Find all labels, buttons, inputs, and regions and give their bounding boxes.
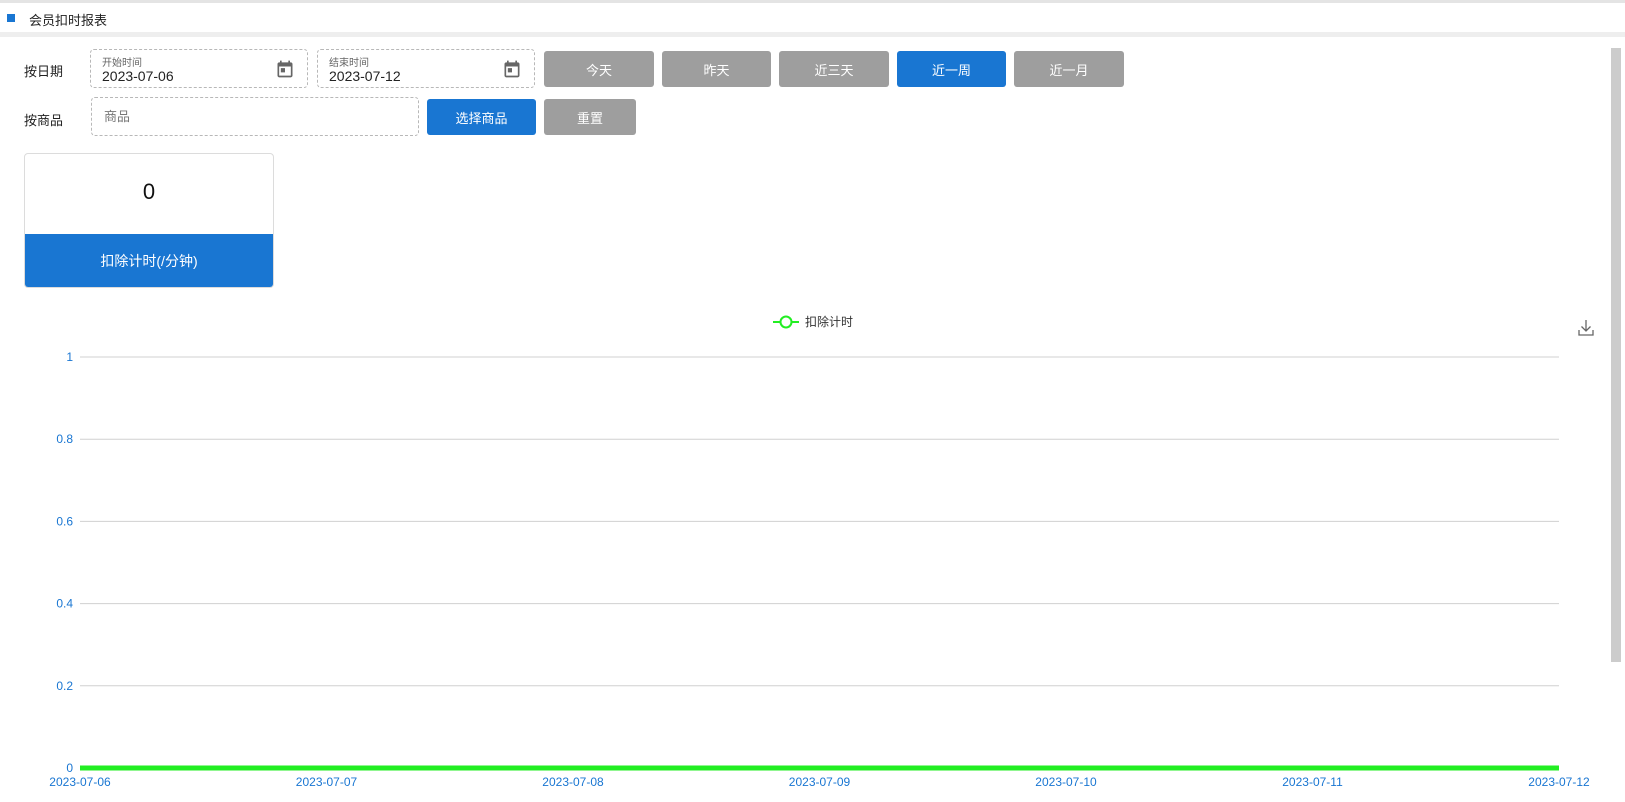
x-axis: 2023-07-06 2023-07-07 2023-07-08 2023-07-09… <box>49 775 1590 789</box>
scrollbar[interactable] <box>1611 48 1621 662</box>
end-date-field[interactable]: 结束时间 2023-07-12 <box>317 49 535 88</box>
end-date-label: 结束时间 <box>329 58 369 69</box>
title-marker <box>7 14 15 22</box>
start-date-field[interactable]: 开始时间 2023-07-06 <box>90 49 308 88</box>
goods-input[interactable] <box>91 97 419 136</box>
x-tick-label: 2023-07-09 <box>789 775 851 789</box>
end-date-value: 2023-07-12 <box>329 68 401 84</box>
goods-filter-label: 按商品 <box>24 113 64 128</box>
legend-marker <box>779 315 793 329</box>
y-tick-label: 0.6 <box>56 514 73 528</box>
y-tick-label: 0.2 <box>56 679 73 693</box>
page-header: 会员扣时报表 <box>0 0 1625 37</box>
range-month-button[interactable]: 近一月 <box>1014 51 1124 87</box>
y-tick-label: 0.4 <box>56 597 73 611</box>
x-tick-label: 2023-07-10 <box>1035 775 1097 789</box>
x-tick-label: 2023-07-07 <box>296 775 358 789</box>
date-filter-label: 按日期 <box>24 64 64 79</box>
x-tick-label: 2023-07-06 <box>49 775 111 789</box>
stat-card: 0 扣除计时(/分钟) <box>24 153 274 288</box>
chart-grid <box>80 356 1559 769</box>
range-week-button[interactable]: 近一周 <box>897 51 1006 87</box>
select-goods-button[interactable]: 选择商品 <box>427 99 536 135</box>
range-yesterday-button[interactable]: 昨天 <box>662 51 771 87</box>
start-date-value: 2023-07-06 <box>102 68 174 84</box>
y-tick-label: 1 <box>66 350 73 364</box>
x-tick-label: 2023-07-11 <box>1282 775 1343 789</box>
page-title: 会员扣时报表 <box>29 13 108 28</box>
stat-value: 0 <box>142 179 156 204</box>
chart-legend[interactable]: 扣除计时 <box>773 314 853 329</box>
start-date-label: 开始时间 <box>102 58 142 69</box>
calendar-icon[interactable] <box>275 59 295 79</box>
y-tick-label: 0 <box>66 761 73 775</box>
line-chart: 00.20.40.60.81 2023-07-06 2023-07-07 2023-… <box>49 314 1594 789</box>
y-tick-label: 0.8 <box>56 432 73 446</box>
x-tick-label: 2023-07-12 <box>1528 775 1590 789</box>
range-today-button[interactable]: 今天 <box>544 51 654 87</box>
calendar-icon[interactable] <box>502 59 522 79</box>
y-axis: 0 0.2 0.4 0.6 0.8 1 <box>56 350 73 775</box>
stat-label: 扣除计时(/分钟) <box>25 234 273 287</box>
range-three-days-button[interactable]: 近三天 <box>779 51 889 87</box>
download-icon[interactable] <box>1578 320 1594 336</box>
x-tick-label: 2023-07-08 <box>542 775 604 789</box>
legend-label: 扣除计时 <box>805 314 853 329</box>
reset-button[interactable]: 重置 <box>544 99 636 135</box>
